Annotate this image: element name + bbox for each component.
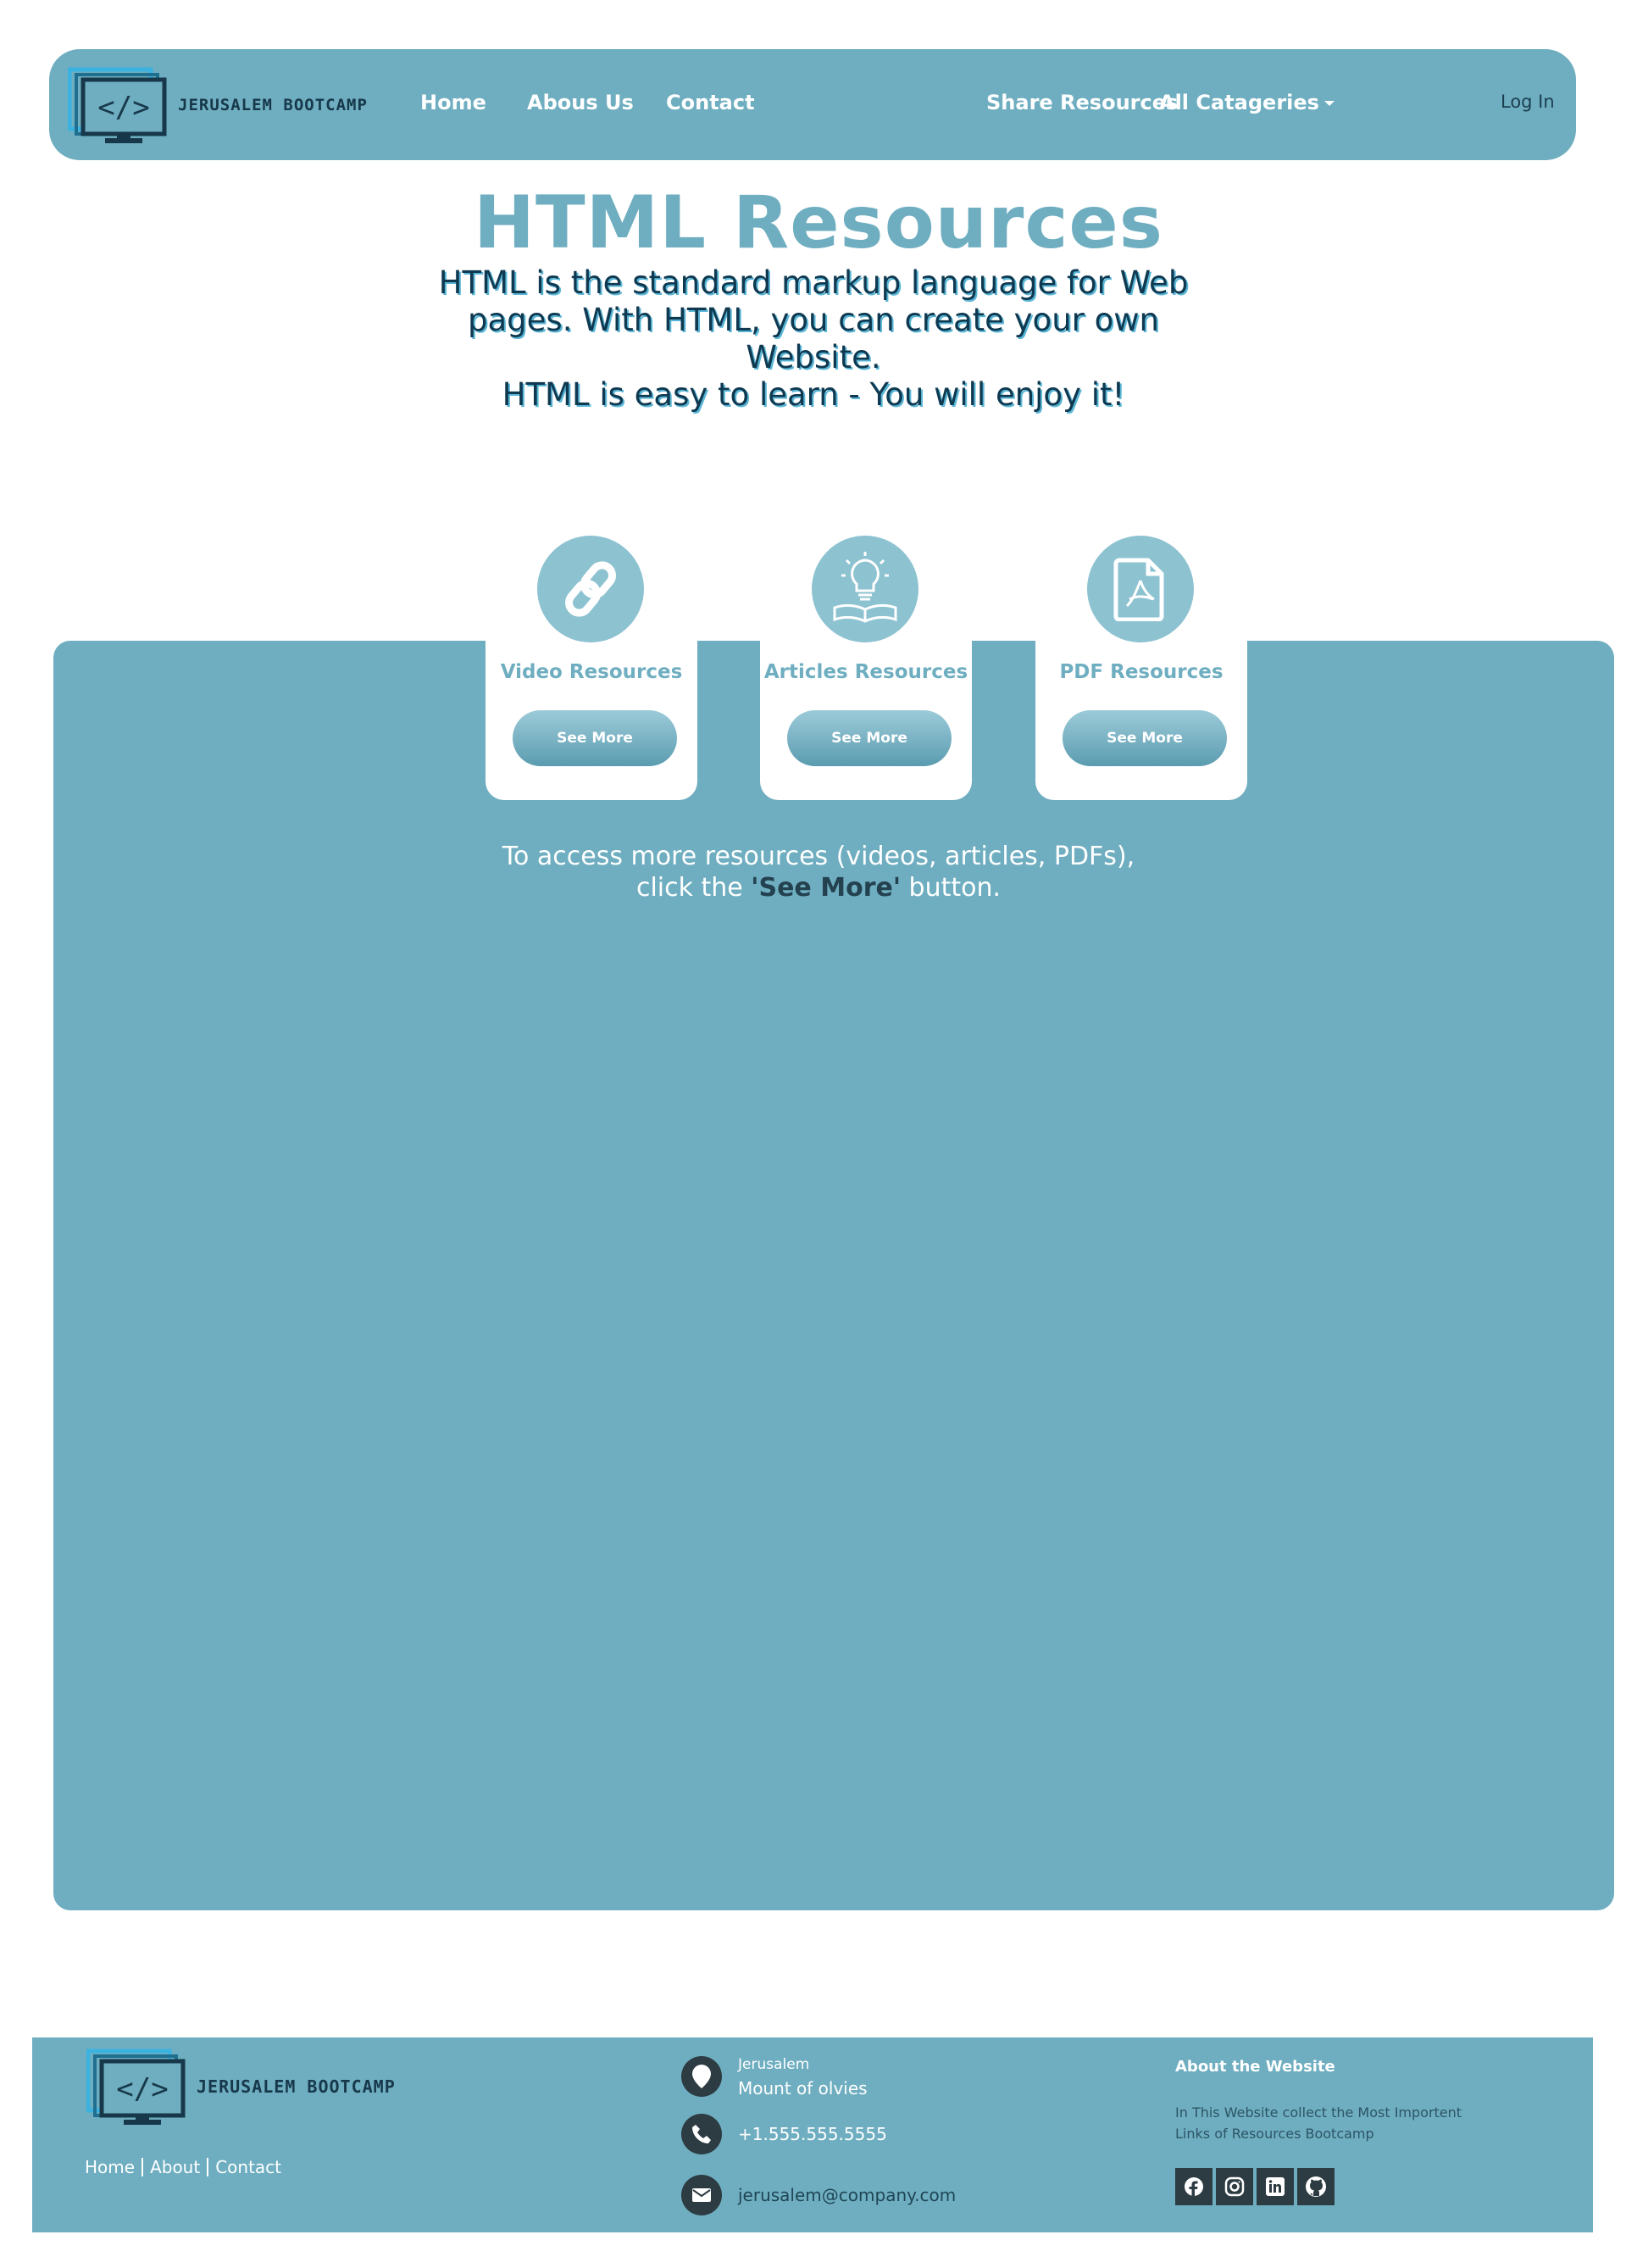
phone-icon (681, 2114, 722, 2154)
panel-note: To access more resources (videos, articl… (0, 841, 1637, 903)
footer-brand-name: JERUSALEM BOOTCAMP (197, 2076, 396, 2097)
card-title: Articles Resources (763, 661, 968, 683)
footer-links: Home About Contact (85, 2158, 288, 2176)
link-icon (537, 536, 644, 642)
email-row: jerusalem@company.com (681, 2175, 956, 2215)
github-icon[interactable] (1297, 2168, 1335, 2205)
articles-resources-card: Articles Resources See More (760, 641, 972, 800)
map-pin-icon (681, 2056, 722, 2097)
footer-home-link[interactable]: Home (85, 2158, 144, 2176)
articles-see-more-button[interactable]: See More (787, 710, 952, 766)
address-street: Mount of olvies (738, 2078, 868, 2098)
footer-brand[interactable]: </> JERUSALEM BOOTCAMP (86, 2044, 396, 2129)
footer: </> JERUSALEM BOOTCAMP Home About Contac… (32, 2037, 1593, 2232)
about-title: About the Website (1175, 2058, 1335, 2076)
video-see-more-button[interactable]: See More (513, 710, 677, 766)
categories-dropdown[interactable]: All Catageries (1159, 90, 1335, 115)
note-bold: 'See More' (751, 873, 902, 903)
intro-text: HTML is the standard markup language for… (407, 264, 1220, 414)
note-text: button. (901, 873, 1002, 903)
svg-text:</>: </> (97, 91, 149, 125)
video-resources-card: Video Resources See More (486, 641, 697, 800)
instagram-icon[interactable] (1216, 2168, 1253, 2205)
intro-line: pages. With HTML, you can create your ow… (468, 302, 1159, 375)
login-link[interactable]: Log In (1501, 92, 1555, 112)
nav-about-link[interactable]: Abous Us (527, 90, 634, 115)
card-title: Video Resources (500, 661, 683, 683)
monitor-code-logo-icon: </> (68, 67, 167, 143)
phone-row: +1.555.555.5555 (681, 2114, 887, 2154)
phone-number[interactable]: +1.555.555.5555 (738, 2122, 887, 2146)
footer-about-link[interactable]: About (143, 2158, 209, 2176)
address-city: Jerusalem (738, 2056, 810, 2073)
envelope-icon (681, 2175, 722, 2215)
linkedin-icon[interactable] (1257, 2168, 1294, 2205)
caret-down-icon (1323, 101, 1335, 106)
navbar: </> JERUSALEM BOOTCAMP Home Abous Us Con… (49, 49, 1576, 160)
card-title: PDF Resources (1059, 661, 1224, 683)
resources-panel (53, 641, 1614, 1910)
social-links (1175, 2168, 1335, 2205)
note-text: click the (635, 873, 752, 903)
address-row: Jerusalem Mount of olvies (681, 2053, 868, 2100)
nav-home-link[interactable]: Home (420, 90, 486, 115)
brand[interactable]: </> JERUSALEM BOOTCAMP (68, 66, 368, 144)
panel-note-line2: click the 'See More' button. (0, 872, 1637, 903)
footer-contact-link[interactable]: Contact (208, 2158, 288, 2176)
monitor-code-logo-icon: </> (86, 2048, 186, 2125)
pdf-see-more-button[interactable]: See More (1063, 710, 1227, 766)
nav-share-resources-link[interactable]: Share Resources (986, 90, 1178, 115)
svg-text:</>: </> (116, 2072, 168, 2106)
facebook-icon[interactable] (1175, 2168, 1212, 2205)
email-address[interactable]: jerusalem@company.com (738, 2183, 956, 2207)
pdf-file-icon (1087, 536, 1194, 642)
lightbulb-book-icon (812, 536, 918, 642)
pdf-resources-card: PDF Resources See More (1035, 641, 1247, 800)
page-title: HTML Resources (474, 181, 1163, 265)
intro-line: HTML is easy to learn - You will enjoy i… (502, 376, 1125, 413)
categories-label: All Catageries (1159, 91, 1319, 114)
intro-line: HTML is the standard markup language for… (438, 264, 1189, 301)
panel-note-line1: To access more resources (videos, articl… (502, 842, 1135, 871)
nav-contact-link[interactable]: Contact (666, 90, 755, 115)
about-text: In This Website collect the Most Importe… (1175, 2104, 1462, 2142)
brand-name: JERUSALEM BOOTCAMP (178, 96, 368, 114)
